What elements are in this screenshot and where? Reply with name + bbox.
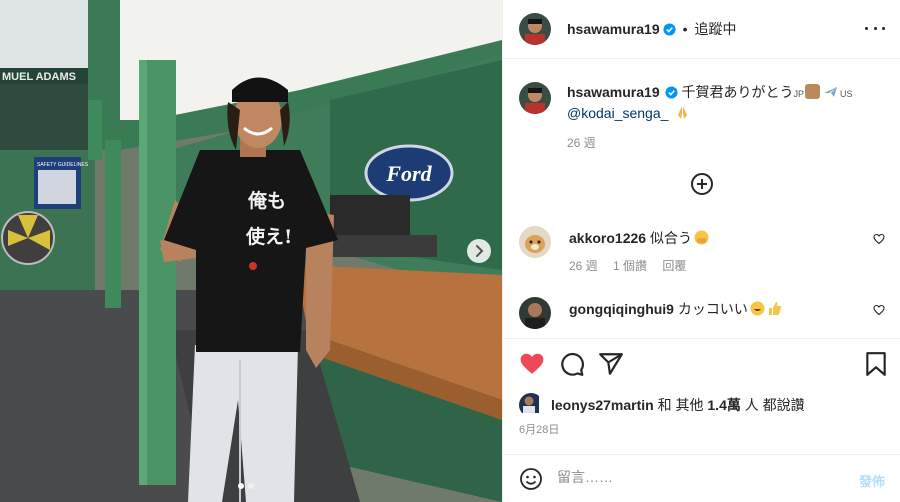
liker-username[interactable]: leonys27martin bbox=[551, 397, 654, 413]
following-button[interactable]: 追蹤中 bbox=[695, 19, 737, 39]
plus-circle-icon bbox=[691, 173, 713, 195]
comment-text: gongqiqinghui9 カッコいい bbox=[569, 299, 782, 319]
dot-icon bbox=[865, 26, 868, 30]
ford-logo-text: Ford bbox=[385, 161, 432, 186]
header-user: hsawamura19 • 追蹤中 bbox=[567, 19, 737, 39]
hands-over-mouth-emoji-icon bbox=[694, 230, 709, 245]
avatar[interactable] bbox=[519, 13, 551, 45]
post-date: 6月28日 bbox=[519, 424, 560, 436]
post-photo: MUEL ADAMS Ford SAFETY GUIDELINES 俺も 使え! bbox=[0, 0, 502, 502]
comment-body: 似合う bbox=[649, 230, 692, 246]
airplane-emoji-icon bbox=[824, 87, 838, 97]
emoji-picker-icon[interactable] bbox=[519, 467, 543, 491]
likes-summary[interactable]: leonys27martin 和 其他 1.4萬 人 都說讚 bbox=[519, 393, 805, 417]
comment-item: akkoro1226 似合う 26 週 1 個讚 回覆 bbox=[519, 226, 893, 276]
carousel-dot bbox=[248, 483, 254, 489]
verified-badge-icon bbox=[663, 22, 676, 36]
comment-likes-count[interactable]: 1 個讚 bbox=[613, 259, 647, 273]
separator-dot: • bbox=[682, 21, 688, 37]
comment-icon[interactable] bbox=[559, 351, 585, 377]
post-comment-button[interactable]: 發佈 bbox=[859, 471, 885, 490]
post-actions bbox=[503, 338, 900, 388]
carousel-dots bbox=[238, 483, 254, 489]
comment-text: akkoro1226 似合う bbox=[569, 228, 709, 248]
shirt-text-2: 使え! bbox=[245, 226, 292, 248]
sign-text: MUEL ADAMS bbox=[2, 71, 76, 83]
load-more-comments-button[interactable] bbox=[690, 172, 714, 196]
dugout-photo: MUEL ADAMS Ford SAFETY GUIDELINES 俺も 使え! bbox=[0, 0, 502, 502]
post-panel: hsawamura19 • 追蹤中 hsawamura19 千賀君ありがとうJP… bbox=[502, 0, 900, 502]
dot-icon bbox=[882, 26, 885, 30]
shirt-text-1: 俺も bbox=[247, 189, 286, 212]
likes-suffix: 人 都說讚 bbox=[744, 397, 805, 413]
thumbs-up-emoji-icon bbox=[768, 302, 782, 315]
caption-username[interactable]: hsawamura19 bbox=[567, 84, 660, 100]
post-header: hsawamura19 • 追蹤中 bbox=[503, 0, 900, 59]
comment-avatar[interactable] bbox=[519, 226, 551, 258]
next-photo-button[interactable] bbox=[467, 239, 491, 263]
comment-meta: 26 週 1 個讚 回覆 bbox=[569, 257, 698, 274]
us-flag-text: US bbox=[840, 89, 853, 99]
heart-outline-icon[interactable] bbox=[873, 233, 885, 245]
board-text: SAFETY GUIDELINES bbox=[37, 162, 89, 168]
comment-avatar[interactable] bbox=[519, 297, 551, 329]
share-icon[interactable] bbox=[598, 351, 624, 377]
jp-flag-text: JP bbox=[793, 89, 805, 99]
comment-input[interactable] bbox=[557, 469, 837, 485]
comment-item: gongqiqinghui9 カッコいい bbox=[519, 297, 893, 337]
bookmark-icon[interactable] bbox=[865, 351, 887, 377]
comment-timestamp: 26 週 bbox=[569, 259, 598, 273]
avatar-image bbox=[519, 226, 551, 258]
caption-avatar[interactable] bbox=[519, 82, 551, 114]
comment-body: カッコいい bbox=[677, 301, 748, 317]
avatar-image bbox=[519, 82, 551, 114]
mention-link[interactable]: @kodai_senga_ bbox=[567, 105, 668, 121]
heart-filled-icon[interactable] bbox=[519, 351, 545, 377]
likes-text: 和 其他 bbox=[657, 397, 704, 413]
chevron-right-icon bbox=[476, 245, 484, 257]
liker-avatar bbox=[519, 393, 543, 417]
comment-username[interactable]: gongqiqinghui9 bbox=[569, 301, 674, 317]
comment-reply-button[interactable]: 回覆 bbox=[662, 259, 686, 273]
comment-composer: 發佈 bbox=[503, 454, 900, 502]
more-options-button[interactable] bbox=[865, 20, 885, 36]
username-link[interactable]: hsawamura19 bbox=[567, 21, 660, 37]
dot-icon bbox=[873, 26, 877, 30]
likes-count[interactable]: 1.4萬 bbox=[707, 395, 740, 415]
caption-text: 千賀君ありがとう bbox=[681, 84, 794, 100]
heart-outline-icon[interactable] bbox=[873, 304, 885, 316]
package-emoji-icon bbox=[805, 84, 821, 99]
post-caption: hsawamura19 千賀君ありがとうJP US @kodai_senga_ bbox=[567, 83, 887, 123]
comment-username[interactable]: akkoro1226 bbox=[569, 230, 646, 246]
folded-hands-emoji-icon bbox=[678, 106, 688, 119]
carousel-dot bbox=[238, 483, 244, 489]
avatar-image bbox=[519, 297, 551, 329]
caption-timestamp: 26 週 bbox=[567, 136, 596, 150]
verified-badge-icon bbox=[665, 86, 678, 99]
grin-emoji-icon bbox=[750, 301, 765, 316]
avatar-image bbox=[519, 393, 539, 413]
avatar-image bbox=[519, 13, 551, 45]
